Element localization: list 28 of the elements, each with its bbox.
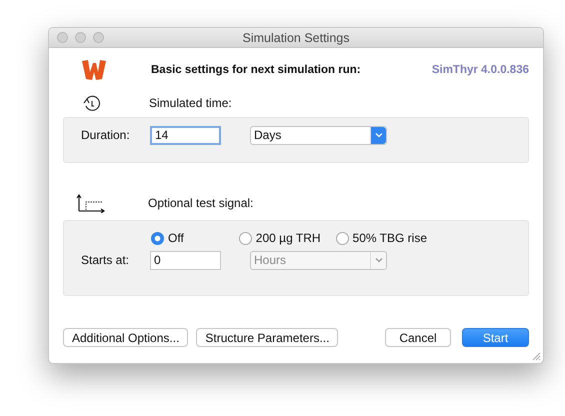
logo-icon: [81, 59, 107, 81]
minimize-button[interactable]: [75, 32, 86, 43]
unit-dropdown[interactable]: Days: [250, 126, 387, 144]
heading: Basic settings for next simulation run:: [151, 64, 361, 76]
radio-option[interactable]: 200 µg TRH: [238, 231, 321, 245]
section-label: Simulated time:: [149, 96, 232, 110]
version-label: SimThyr 4.0.0.836: [432, 64, 529, 76]
duration-field[interactable]: 14: [150, 126, 221, 144]
radio-button[interactable]: [151, 232, 164, 244]
dialog-button[interactable]: Cancel: [385, 328, 451, 347]
field-label: Starts at:: [80, 253, 130, 267]
window-title: Simulation Settings: [242, 30, 350, 44]
clock-icon: [81, 94, 103, 112]
dialog-button[interactable]: Structure Parameters...: [196, 328, 338, 347]
step-signal-icon: [76, 193, 106, 213]
close-button[interactable]: [57, 32, 68, 43]
zoom-button[interactable]: [93, 32, 104, 43]
start-time-field[interactable]: 0: [150, 250, 221, 270]
radio-button[interactable]: [238, 232, 252, 244]
radio-option[interactable]: 50% TBG rise: [336, 231, 428, 245]
chevron-icon: [374, 257, 382, 263]
resize-grip-icon: [531, 351, 541, 361]
chevron-icon: [374, 132, 382, 138]
radio-option[interactable]: Off: [151, 231, 184, 245]
field-label: Duration:: [80, 128, 131, 142]
dialog-button[interactable]: Additional Options...: [63, 328, 188, 347]
section-label: Optional test signal:: [148, 196, 254, 210]
radio-button[interactable]: [336, 232, 349, 244]
